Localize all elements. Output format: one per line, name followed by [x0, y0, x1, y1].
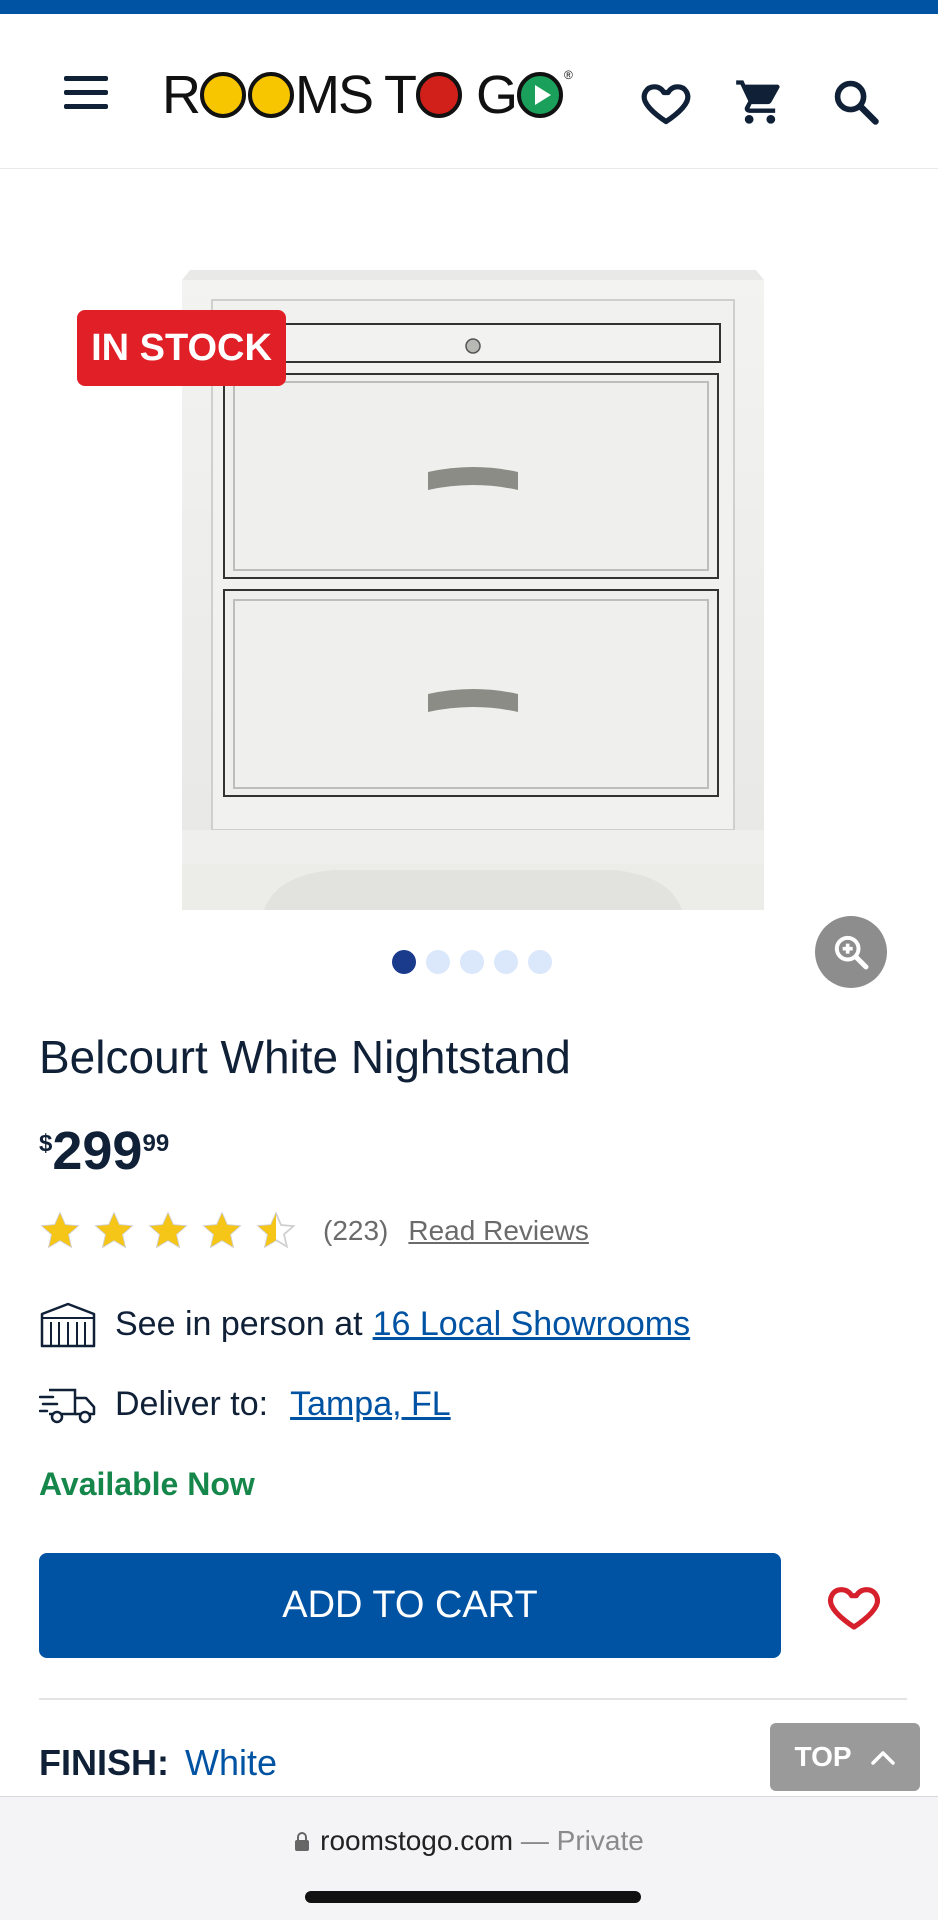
star-icon: [148, 1211, 188, 1249]
deliver-to-label: Deliver to:: [115, 1384, 269, 1423]
carousel-dot[interactable]: [426, 950, 450, 974]
top-accent-bar: [0, 0, 938, 14]
finish-selector[interactable]: FINISH: White: [39, 1742, 277, 1784]
carousel-dot[interactable]: [392, 950, 416, 974]
star-rating: [39, 1210, 297, 1252]
finish-value: White: [185, 1742, 278, 1783]
back-to-top-button[interactable]: TOP: [770, 1723, 920, 1791]
image-carousel-dots: [392, 950, 552, 974]
carousel-dot[interactable]: [494, 950, 518, 974]
star-icon: [94, 1211, 134, 1249]
menu-icon[interactable]: [62, 76, 110, 112]
heart-icon[interactable]: [640, 76, 692, 128]
private-mode-label: — Private: [520, 1825, 644, 1856]
price-dollars: 299: [52, 1121, 143, 1181]
showroom-prefix: See in person at: [115, 1304, 363, 1343]
zoom-in-icon[interactable]: [815, 916, 887, 988]
in-stock-badge: IN STOCK: [77, 310, 286, 386]
carousel-dot[interactable]: [460, 950, 484, 974]
search-icon[interactable]: [830, 76, 882, 128]
cart-icon[interactable]: [734, 76, 786, 128]
read-reviews-link[interactable]: Read Reviews: [408, 1215, 589, 1247]
star-icon: [256, 1211, 296, 1249]
delivery-truck-icon: [39, 1388, 96, 1424]
add-to-cart-button[interactable]: ADD TO CART: [39, 1553, 781, 1658]
rooms-to-go-logo[interactable]: R MS T G ®: [162, 64, 573, 126]
home-indicator: [305, 1891, 641, 1903]
price-currency: $: [39, 1130, 53, 1157]
availability-status: Available Now: [39, 1466, 255, 1502]
star-icon: [202, 1211, 242, 1249]
showroom-icon: [40, 1302, 96, 1348]
product-price: $29999: [39, 1120, 169, 1182]
chevron-up-icon: [870, 1751, 895, 1765]
showroom-row: See in person at 16 Local Showrooms: [39, 1300, 690, 1348]
delivery-row: Deliver to: Tampa, FL: [39, 1380, 451, 1428]
carousel-dot[interactable]: [528, 950, 552, 974]
finish-label: FINISH:: [39, 1742, 169, 1783]
top-label: TOP: [794, 1741, 852, 1772]
price-cents: 99: [142, 1130, 170, 1157]
logo-text: R MS T G ®: [162, 65, 573, 125]
rating-row: (223) Read Reviews: [39, 1210, 589, 1252]
lock-icon: [295, 1832, 310, 1851]
browser-address-bar: roomstogo.com — Private: [0, 1796, 938, 1920]
url-display[interactable]: roomstogo.com — Private: [0, 1825, 938, 1857]
star-icon: [40, 1211, 80, 1249]
url-domain: roomstogo.com: [320, 1825, 514, 1856]
site-header: R MS T G ®: [0, 14, 938, 169]
favorite-heart-icon[interactable]: [826, 1580, 882, 1632]
section-divider: [39, 1698, 907, 1700]
review-count: (223): [323, 1215, 389, 1246]
delivery-location-link[interactable]: Tampa, FL: [290, 1385, 451, 1424]
product-title: Belcourt White Nightstand: [39, 1031, 571, 1083]
local-showrooms-link[interactable]: 16 Local Showrooms: [373, 1305, 691, 1344]
